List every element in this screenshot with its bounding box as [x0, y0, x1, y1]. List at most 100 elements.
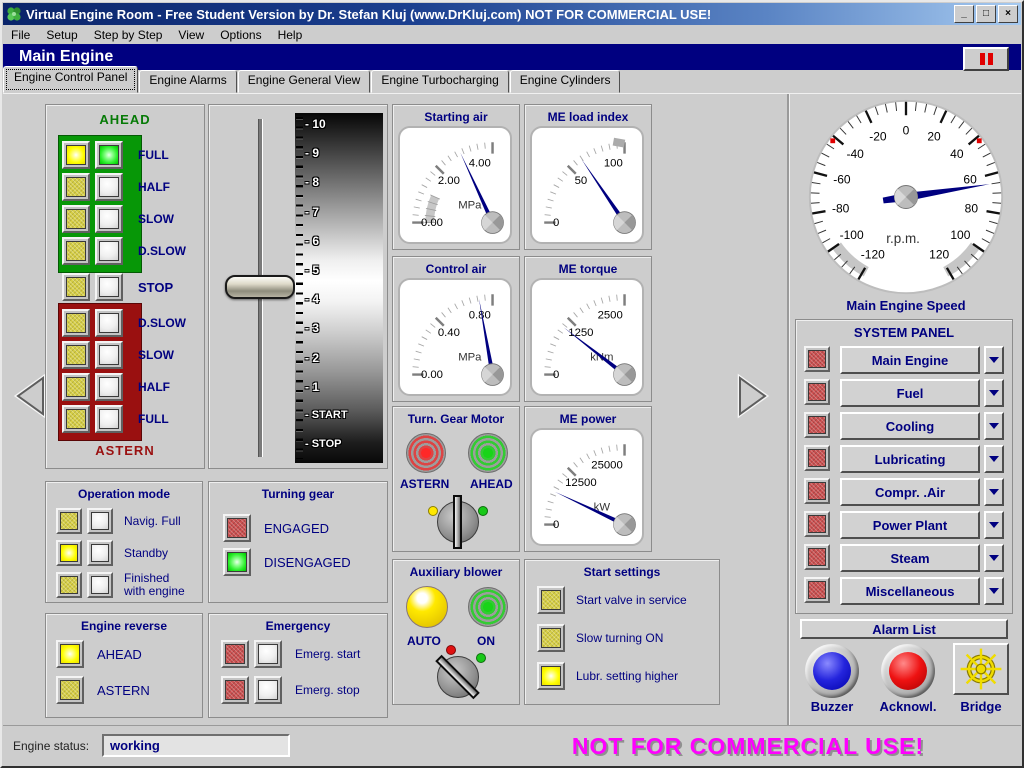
bridge-button[interactable] [953, 643, 1009, 695]
system-dropdown-power-plant[interactable] [984, 511, 1004, 539]
system-dropdown-main-engine[interactable] [984, 346, 1004, 374]
answer-lamp [99, 377, 119, 397]
system-button-main-engine[interactable]: Main Engine [840, 346, 980, 374]
ahead-half-answer-lamp[interactable] [95, 173, 123, 201]
buzzer-button[interactable] [805, 644, 859, 698]
system-button-steam[interactable]: Steam [840, 544, 980, 572]
emergency-stop-button[interactable] [221, 676, 249, 704]
telegraph-panel: AHEAD FULL HALF SLOW D.SLOW [45, 104, 205, 469]
menu-step-by-step[interactable]: Step by Step [86, 26, 171, 44]
lamp [60, 644, 80, 664]
standby-button[interactable] [56, 540, 82, 566]
operation-mode-row: Standby [56, 540, 168, 566]
tab-engine-cylinders[interactable]: Engine Cylinders [510, 70, 621, 93]
system-button-miscellaneous[interactable]: Miscellaneous [840, 577, 980, 605]
reverse-ahead-button[interactable] [56, 640, 84, 668]
svg-text:-40: -40 [846, 147, 864, 161]
astern-half-answer-lamp[interactable] [95, 373, 123, 401]
astern-full-command-button[interactable] [62, 405, 90, 433]
system-button-power-plant[interactable]: Power Plant [840, 511, 980, 539]
lever-handle[interactable] [225, 275, 295, 299]
lamp [227, 552, 247, 572]
emergency-start-lamp[interactable] [254, 640, 282, 668]
system-button-compr-air[interactable]: Compr. .Air [840, 478, 980, 506]
system-dropdown-cooling[interactable] [984, 412, 1004, 440]
system-dropdown-steam[interactable] [984, 544, 1004, 572]
lever-scale-label: - STOP [305, 438, 341, 450]
ahead-full-command-button[interactable] [62, 141, 90, 169]
system-alarm-indicator-steam [804, 544, 830, 570]
menu-file[interactable]: File [3, 26, 38, 44]
ahead-half-command-button[interactable] [62, 173, 90, 201]
stop-command-button[interactable] [62, 273, 90, 301]
system-button-lubricating[interactable]: Lubricating [840, 445, 980, 473]
reverse-astern-button[interactable] [56, 676, 84, 704]
turn-gear-astern-light [406, 433, 446, 473]
svg-text:0: 0 [553, 217, 559, 229]
system-button-fuel[interactable]: Fuel [840, 379, 980, 407]
row-label: FULL [138, 412, 169, 426]
svg-text:2500: 2500 [598, 310, 623, 322]
close-icon[interactable]: × [998, 5, 1018, 23]
menu-help[interactable]: Help [270, 26, 311, 44]
astern-full-answer-lamp[interactable] [95, 405, 123, 433]
system-dropdown-miscellaneous[interactable] [984, 577, 1004, 605]
switch-handle[interactable] [435, 655, 480, 700]
start-valve-in-service-button[interactable] [537, 586, 565, 614]
system-dropdown-compr-air[interactable] [984, 478, 1004, 506]
ahead-slow-answer-lamp[interactable] [95, 205, 123, 233]
svg-text:100: 100 [604, 158, 623, 170]
navig-full-lamp[interactable] [87, 508, 113, 534]
command-lamp [66, 409, 86, 429]
turning-gear-row: ENGAGED [223, 514, 329, 542]
lamp [541, 666, 561, 686]
menu-options[interactable]: Options [212, 26, 269, 44]
row-label: Start valve in service [576, 593, 687, 607]
astern-dslow-answer-lamp[interactable] [95, 309, 123, 337]
engine-status-field[interactable] [102, 734, 290, 757]
finished-with-engine-button[interactable] [56, 572, 82, 598]
alarm-list-button[interactable]: Alarm List [800, 619, 1008, 639]
disengaged-lamp[interactable] [223, 548, 251, 576]
auxiliary-blower-switch[interactable] [437, 656, 479, 698]
next-panel-arrow[interactable] [733, 372, 773, 420]
menu-setup[interactable]: Setup [38, 26, 85, 44]
lubr-setting-higher-button[interactable] [537, 662, 565, 690]
emergency-row: Emerg. start [221, 640, 360, 668]
navig-full-button[interactable] [56, 508, 82, 534]
tab-engine-general-view[interactable]: Engine General View [238, 70, 371, 93]
tab-engine-turbocharging[interactable]: Engine Turbocharging [371, 70, 508, 93]
tab-engine-control-panel[interactable]: Engine Control Panel [3, 66, 138, 93]
engaged-lamp[interactable] [223, 514, 251, 542]
finished-with-engine-lamp[interactable] [87, 572, 113, 598]
ahead-dslow-command-button[interactable] [62, 237, 90, 265]
system-button-cooling[interactable]: Cooling [840, 412, 980, 440]
previous-panel-arrow[interactable] [10, 372, 50, 420]
telegraph-lever-panel: - 10- 9- 8- 7- 6- 5- 4- 3- 2- 1- START- … [208, 104, 388, 469]
pause-button[interactable] [963, 47, 1009, 71]
ahead-slow-command-button[interactable] [62, 205, 90, 233]
astern-slow-command-button[interactable] [62, 341, 90, 369]
answer-lamp [99, 313, 119, 333]
astern-slow-answer-lamp[interactable] [95, 341, 123, 369]
astern-half-command-button[interactable] [62, 373, 90, 401]
turn-gear-motor-switch[interactable] [437, 501, 479, 543]
telegraph-row-ahead-full: FULL [62, 141, 169, 169]
ahead-full-answer-lamp[interactable] [95, 141, 123, 169]
system-dropdown-lubricating[interactable] [984, 445, 1004, 473]
acknowledge-button[interactable] [881, 644, 935, 698]
emergency-stop-lamp[interactable] [254, 676, 282, 704]
ahead-dslow-answer-lamp[interactable] [95, 237, 123, 265]
astern-dslow-command-button[interactable] [62, 309, 90, 337]
status-bar: Engine status: NOT FOR COMMERCIAL USE! [3, 725, 1021, 768]
switch-handle[interactable] [453, 495, 462, 549]
system-dropdown-fuel[interactable] [984, 379, 1004, 407]
tab-engine-alarms[interactable]: Engine Alarms [139, 70, 236, 93]
emergency-start-button[interactable] [221, 640, 249, 668]
slow-turning-on-button[interactable] [537, 624, 565, 652]
standby-lamp[interactable] [87, 540, 113, 566]
menu-view[interactable]: View [170, 26, 212, 44]
stop-answer-lamp[interactable] [95, 273, 123, 301]
minimize-icon[interactable]: _ [954, 5, 974, 23]
maximize-icon[interactable]: □ [976, 5, 996, 23]
